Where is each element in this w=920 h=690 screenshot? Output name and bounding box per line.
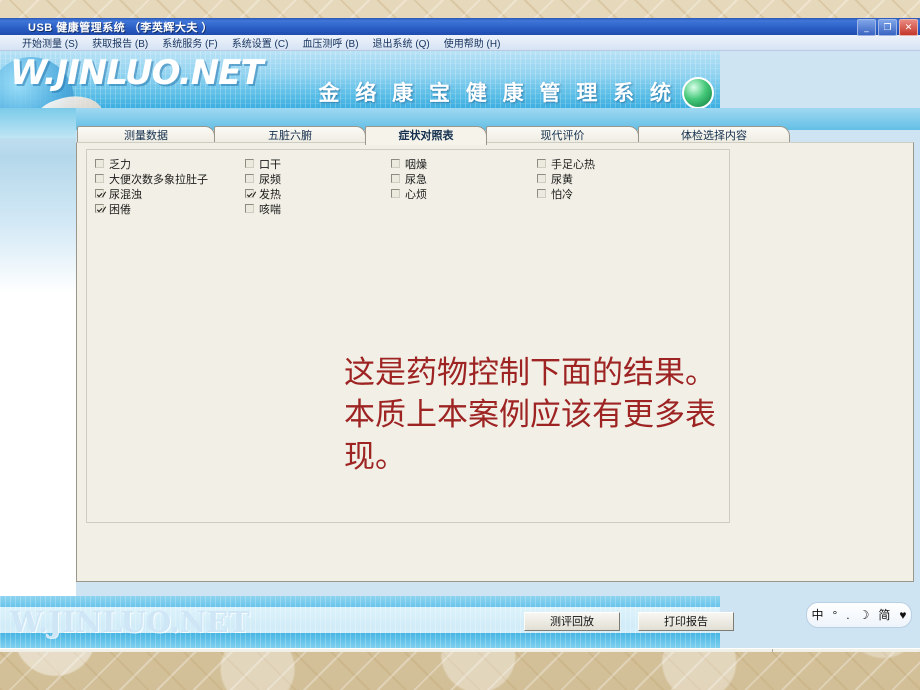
checkbox-icon[interactable] bbox=[95, 204, 104, 213]
checkbox-icon[interactable] bbox=[537, 189, 546, 198]
print-report-button[interactable]: 打印报告 bbox=[638, 612, 734, 631]
checkbox-icon[interactable] bbox=[95, 159, 104, 168]
checkbox-icon[interactable] bbox=[391, 159, 400, 168]
list-item[interactable]: 尿急 bbox=[391, 171, 537, 186]
menu-item-system-service[interactable]: 系统服务 (F) bbox=[162, 35, 218, 50]
list-item[interactable]: 心烦 bbox=[391, 186, 537, 201]
list-item[interactable]: 口干 bbox=[245, 156, 391, 171]
checkbox-icon[interactable] bbox=[245, 204, 254, 213]
green-orb-icon bbox=[682, 77, 714, 109]
list-item[interactable]: 大便次数多象拉肚子 bbox=[95, 171, 245, 186]
list-item[interactable]: 怕冷 bbox=[537, 186, 683, 201]
list-item[interactable]: 咽燥 bbox=[391, 156, 537, 171]
symptom-label: 手足心热 bbox=[551, 158, 595, 171]
list-item[interactable]: 尿频 bbox=[245, 171, 391, 186]
list-item[interactable]: 乏力 bbox=[95, 156, 245, 171]
application-window: USB 健康管理系统 （李英辉大夫 ） _ ❐ ✕ 开始测量 (S) 获取报告 … bbox=[0, 18, 920, 652]
menu-item-system-settings[interactable]: 系统设置 (C) bbox=[232, 35, 289, 50]
symptom-column-3: 咽燥 尿急 心烦 bbox=[391, 156, 537, 216]
ime-mode-chinese[interactable]: 中 bbox=[811, 609, 823, 621]
symptom-label: 口干 bbox=[259, 158, 281, 171]
restore-button[interactable]: ❐ bbox=[878, 19, 897, 36]
menu-item-exit-system[interactable]: 退出系统 (Q) bbox=[373, 35, 430, 50]
ime-language-bar[interactable]: 中 ° . ☽ 简 ♥ bbox=[806, 602, 912, 628]
close-button[interactable]: ✕ bbox=[899, 19, 918, 36]
menu-item-get-report[interactable]: 获取报告 (B) bbox=[92, 35, 148, 50]
footer-wordmark: W.JINLUO.NET bbox=[10, 605, 250, 639]
banner-wordmark: W.JINLUO.NET bbox=[10, 53, 264, 93]
ime-heart-icon[interactable]: ♥ bbox=[899, 609, 906, 621]
symptom-label: 尿急 bbox=[405, 173, 427, 186]
minimize-button[interactable]: _ bbox=[857, 19, 876, 36]
playback-button[interactable]: 测评回放 bbox=[524, 612, 620, 631]
symptom-label: 尿黄 bbox=[551, 173, 573, 186]
ime-period-icon[interactable]: . bbox=[846, 609, 849, 621]
tab-symptom-checklist[interactable]: 症状对照表 bbox=[365, 126, 487, 145]
menu-bar: 开始测量 (S) 获取报告 (B) 系统服务 (F) 系统设置 (C) 血压测呼… bbox=[0, 35, 920, 51]
checkbox-icon[interactable] bbox=[245, 189, 254, 198]
status-bar: 名: 林秀娣 性别: 女 年龄: 34 婚否: 已婚 登记日期: 2012-04… bbox=[0, 648, 920, 652]
symptom-label: 困倦 bbox=[109, 203, 131, 216]
checkbox-icon[interactable] bbox=[537, 159, 546, 168]
menu-item-help[interactable]: 使用帮助 (H) bbox=[444, 35, 501, 50]
symptom-label: 咳喘 bbox=[259, 203, 281, 216]
checkbox-icon[interactable] bbox=[95, 174, 104, 183]
checkbox-icon[interactable] bbox=[245, 159, 254, 168]
menu-item-blood-pressure[interactable]: 血压测呼 (B) bbox=[302, 35, 358, 50]
title-bar: USB 健康管理系统 （李英辉大夫 ） _ ❐ ✕ bbox=[0, 18, 920, 36]
list-item[interactable]: 发热 bbox=[245, 186, 391, 201]
ime-simplified-icon[interactable]: 简 bbox=[878, 609, 890, 621]
symptom-label: 大便次数多象拉肚子 bbox=[109, 173, 208, 186]
left-strip-band bbox=[0, 108, 76, 138]
symptom-label: 尿混浊 bbox=[109, 188, 142, 201]
list-item[interactable]: 手足心热 bbox=[537, 156, 683, 171]
symptom-label: 发热 bbox=[259, 188, 281, 201]
header-banner: W.JINLUO.NET 金 络 康 宝 健 康 管 理 系 统 bbox=[0, 51, 720, 109]
list-item[interactable]: 尿混浊 bbox=[95, 186, 245, 201]
window-title: USB 健康管理系统 （李英辉大夫 ） bbox=[28, 21, 213, 34]
menu-item-start-measure[interactable]: 开始测量 (S) bbox=[22, 35, 78, 50]
list-item[interactable]: 咳喘 bbox=[245, 201, 391, 216]
footer-button-group: 测评回放 打印报告 bbox=[524, 612, 734, 631]
list-item[interactable]: 尿黄 bbox=[537, 171, 683, 186]
symptom-column-1: 乏力 大便次数多象拉肚子 尿混浊 困倦 bbox=[95, 156, 245, 216]
symptom-label: 咽燥 bbox=[405, 158, 427, 171]
symptom-label: 乏力 bbox=[109, 158, 131, 171]
ime-dot-icon[interactable]: ° bbox=[832, 609, 837, 621]
left-strip bbox=[0, 108, 76, 596]
symptom-label: 怕冷 bbox=[551, 188, 573, 201]
window-controls: _ ❐ ✕ bbox=[857, 19, 918, 36]
banner-product-title: 金 络 康 宝 健 康 管 理 系 统 bbox=[318, 82, 676, 105]
symptom-label: 心烦 bbox=[405, 188, 427, 201]
checkbox-icon[interactable] bbox=[391, 189, 400, 198]
symptom-column-2: 口干 尿频 发热 咳喘 bbox=[245, 156, 391, 216]
clock-display: 2012-04-09 12:28:20 bbox=[772, 649, 920, 652]
checkbox-icon[interactable] bbox=[245, 174, 254, 183]
symptom-label: 尿频 bbox=[259, 173, 281, 186]
checkbox-icon[interactable] bbox=[391, 174, 400, 183]
checkbox-icon[interactable] bbox=[537, 174, 546, 183]
checkbox-icon[interactable] bbox=[95, 189, 104, 198]
symptom-grid: 乏力 大便次数多象拉肚子 尿混浊 困倦 口干 尿频 发热 咳喘 咽燥 尿急 心烦… bbox=[95, 156, 683, 216]
symptom-column-4: 手足心热 尿黄 怕冷 bbox=[537, 156, 683, 216]
ime-moon-icon[interactable]: ☽ bbox=[859, 609, 870, 621]
list-item[interactable]: 困倦 bbox=[95, 201, 245, 216]
annotation-text: 这是药物控制下面的结果。本质上本案例应该有更多表现。 bbox=[344, 355, 716, 475]
